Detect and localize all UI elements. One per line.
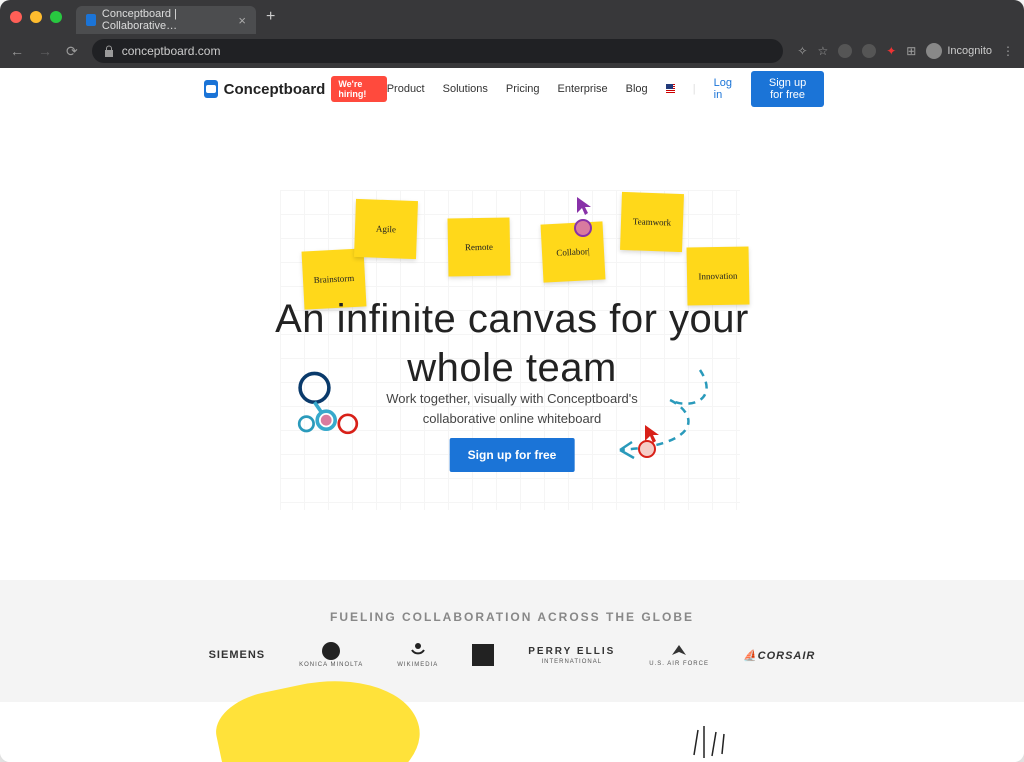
nav-product[interactable]: Product bbox=[387, 83, 425, 95]
customers-heading: FUELING COLLABORATION ACROSS THE GLOBE bbox=[0, 610, 1024, 624]
incognito-indicator: Incognito bbox=[926, 43, 992, 59]
puzzle-icon[interactable]: ⊞ bbox=[906, 44, 916, 58]
brand[interactable]: Conceptboard We're hiring! bbox=[204, 76, 387, 102]
cursor-purple-icon bbox=[575, 195, 593, 217]
star-icon[interactable]: ☆ bbox=[817, 44, 828, 58]
hero-title: An infinite canvas for yourwhole team bbox=[0, 295, 1024, 393]
signup-header-button[interactable]: Sign up for free bbox=[751, 71, 824, 107]
logo-konica: KONICA MINOLTA bbox=[299, 642, 363, 668]
language-flag-icon[interactable] bbox=[666, 84, 675, 94]
site-header: Conceptboard We're hiring! Product Solut… bbox=[0, 68, 1024, 110]
logo-siemens: SIEMENS bbox=[209, 649, 266, 661]
browser-titlebar: Conceptboard | Collaborative… × + bbox=[0, 0, 1024, 34]
signup-hero-button[interactable]: Sign up for free bbox=[450, 438, 575, 472]
nav-enterprise[interactable]: Enterprise bbox=[558, 83, 608, 95]
new-tab-button[interactable]: + bbox=[266, 8, 275, 26]
extension-icons: ✧ ☆ ✦ ⊞ Incognito ⋮ bbox=[797, 43, 1014, 59]
logo-airforce: U.S. AIR FORCE bbox=[649, 643, 709, 667]
minimize-window-button[interactable] bbox=[30, 11, 42, 23]
forward-button[interactable]: → bbox=[38, 43, 52, 59]
incognito-icon bbox=[926, 43, 942, 59]
hero-section: Brainstorm Agile Remote Collabor| Teamwo… bbox=[0, 110, 1024, 540]
nav-blog[interactable]: Blog bbox=[626, 83, 648, 95]
nav-pricing[interactable]: Pricing bbox=[506, 83, 540, 95]
user-avatar-red bbox=[638, 440, 656, 458]
back-button[interactable]: ← bbox=[10, 43, 24, 59]
reload-button[interactable]: ⟳ bbox=[66, 43, 78, 60]
address-bar[interactable]: conceptboard.com bbox=[92, 39, 784, 63]
sticky-collabor: Collabor| bbox=[541, 221, 606, 282]
logo-wikimedia: WIKIMEDIA bbox=[397, 642, 438, 668]
logo-icon bbox=[204, 80, 218, 98]
deco-scribble-icon bbox=[684, 720, 744, 760]
hero-subtitle: Work together, visually with Conceptboar… bbox=[0, 389, 1024, 429]
ext-icon[interactable]: ✧ bbox=[797, 44, 807, 58]
sticky-agile: Agile bbox=[354, 199, 418, 259]
user-avatar-purple bbox=[574, 219, 592, 237]
window-controls bbox=[10, 11, 62, 23]
url-text: conceptboard.com bbox=[122, 44, 221, 58]
logo-johck bbox=[472, 644, 494, 666]
brand-name: Conceptboard bbox=[224, 81, 326, 98]
browser-toolbar: ← → ⟳ conceptboard.com ✧ ☆ ✦ ⊞ Incognito… bbox=[0, 34, 1024, 68]
browser-tab[interactable]: Conceptboard | Collaborative… × bbox=[76, 6, 256, 34]
ext-icon[interactable] bbox=[862, 44, 876, 58]
ext-icon[interactable]: ✦ bbox=[886, 44, 896, 58]
logo-corsair: ⛵CORSAIR bbox=[743, 649, 815, 662]
favicon-icon bbox=[86, 14, 96, 26]
login-link[interactable]: Log in bbox=[714, 77, 733, 101]
menu-icon[interactable]: ⋮ bbox=[1002, 44, 1014, 58]
logo-perry-ellis: PERRY ELLISINTERNATIONAL bbox=[528, 646, 615, 665]
hiring-badge[interactable]: We're hiring! bbox=[331, 76, 386, 102]
close-tab-icon[interactable]: × bbox=[238, 13, 246, 28]
close-window-button[interactable] bbox=[10, 11, 22, 23]
lock-icon bbox=[104, 45, 114, 57]
ext-icon[interactable] bbox=[838, 44, 852, 58]
customer-logos: SIEMENS KONICA MINOLTA WIKIMEDIA PERRY E… bbox=[0, 642, 1024, 668]
maximize-window-button[interactable] bbox=[50, 11, 62, 23]
sticky-teamwork: Teamwork bbox=[620, 192, 684, 252]
nav-solutions[interactable]: Solutions bbox=[443, 83, 488, 95]
main-nav: Product Solutions Pricing Enterprise Blo… bbox=[387, 71, 824, 107]
tab-title: Conceptboard | Collaborative… bbox=[102, 8, 229, 32]
sticky-remote: Remote bbox=[447, 217, 510, 276]
customers-section: FUELING COLLABORATION ACROSS THE GLOBE S… bbox=[0, 580, 1024, 702]
separator: | bbox=[693, 83, 696, 95]
